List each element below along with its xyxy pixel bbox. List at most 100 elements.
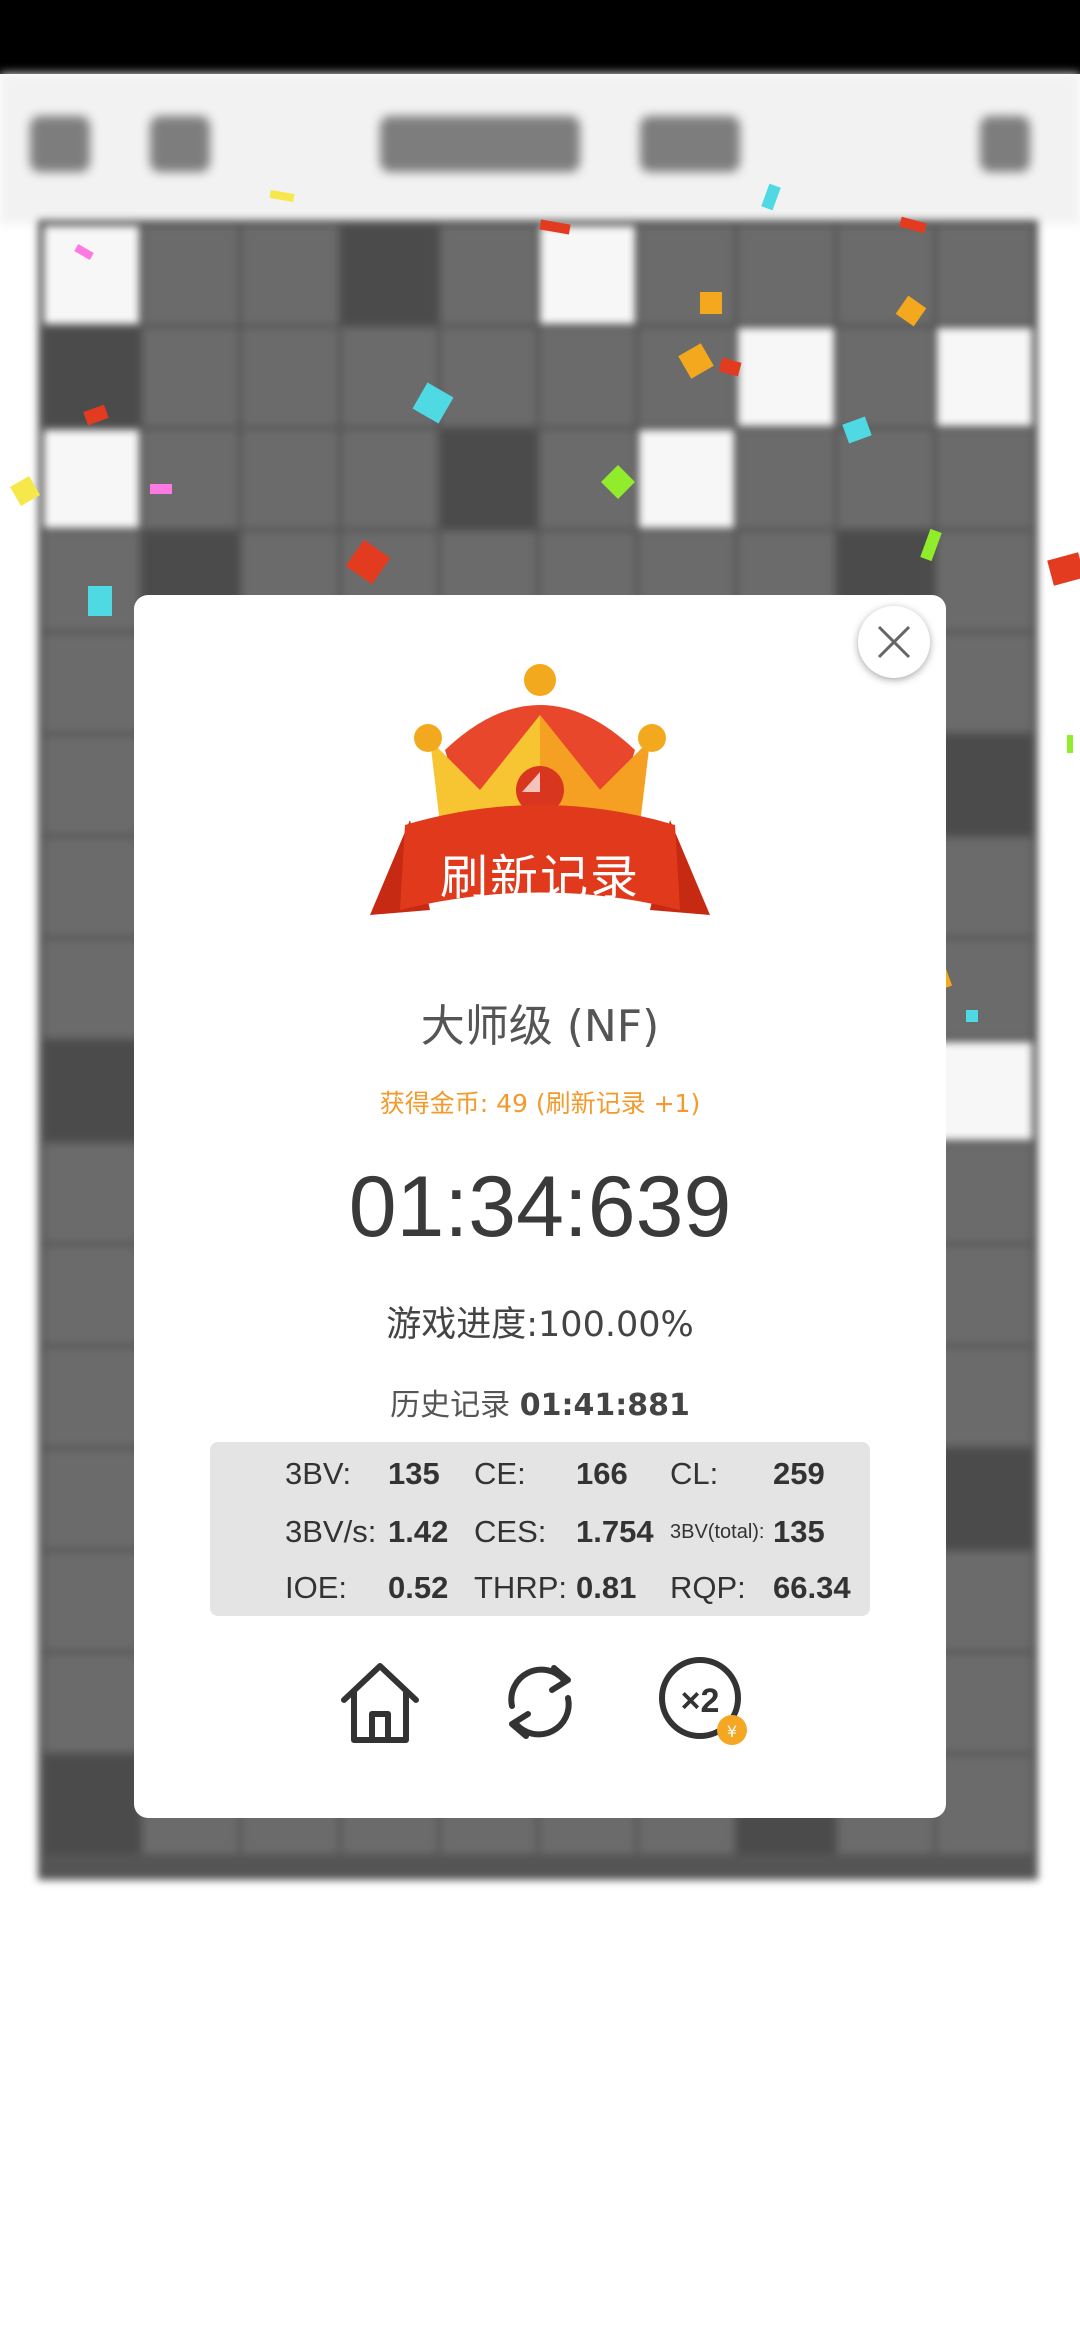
- stat-label: CE:: [474, 1456, 526, 1491]
- board-cell: [936, 430, 1032, 528]
- stat-label: 3BV:: [285, 1456, 352, 1491]
- confetti-piece: [88, 586, 112, 616]
- confetti-piece: [9, 475, 41, 507]
- home-button[interactable]: [334, 1656, 426, 1748]
- stat-value: 166: [576, 1456, 628, 1491]
- board-cell: [341, 226, 437, 324]
- board-cell: [44, 1756, 140, 1854]
- board-cell: [44, 430, 140, 528]
- home-icon: [341, 1663, 419, 1743]
- stat-label: CES:: [474, 1514, 547, 1549]
- board-cell: [936, 1654, 1032, 1752]
- restart-button[interactable]: [494, 1656, 586, 1748]
- stat-label: CL:: [670, 1456, 719, 1491]
- stat-value: 135: [388, 1456, 440, 1491]
- stat-value: 66.34: [773, 1570, 851, 1605]
- board-cell: [639, 430, 735, 528]
- board-cell: [639, 328, 735, 426]
- progress-value: 100.00%: [538, 1305, 694, 1345]
- board-cell: [44, 1654, 140, 1752]
- board-cell: [44, 940, 140, 1038]
- board-cell: [242, 226, 338, 324]
- stat-label: 3BV(total):: [670, 1521, 765, 1543]
- double-coins-icon: ×2 ¥: [659, 1657, 747, 1745]
- board-cell: [242, 328, 338, 426]
- board-cell: [440, 328, 536, 426]
- progress-label: 游戏进度:: [386, 1305, 539, 1345]
- board-cell: [44, 736, 140, 834]
- history-value: 01:41:881: [519, 1388, 690, 1423]
- board-cell: [44, 634, 140, 732]
- stats-panel: 3BV: 135 CE: 166 CL: 259 3BV/s: 1.42 CES…: [210, 1442, 870, 1616]
- crown-icon: [370, 664, 710, 915]
- difficulty-level: 大师级 (NF): [420, 1001, 660, 1052]
- board-cell: [341, 430, 437, 528]
- board-cell: [143, 430, 239, 528]
- confetti-piece: [1067, 735, 1073, 753]
- board-cell: [936, 838, 1032, 936]
- crown-badge: 刷新记录: [350, 660, 730, 960]
- stat-value: 135: [773, 1514, 825, 1549]
- board-cell: [539, 328, 636, 426]
- board-cell: [936, 532, 1032, 630]
- board-cell: [242, 430, 338, 528]
- finish-time: 01:34:639: [348, 1159, 732, 1255]
- board-cell: [143, 226, 239, 324]
- board-cell: [936, 1144, 1032, 1242]
- board-cell: [936, 1756, 1032, 1854]
- board-cell: [738, 430, 834, 528]
- action-bar: ×2 ¥: [134, 1656, 946, 1756]
- double-coins-button[interactable]: ×2 ¥: [656, 1656, 756, 1748]
- board-cell: [44, 1450, 140, 1548]
- background-toolbar: [0, 74, 1080, 224]
- board-cell: [936, 1042, 1032, 1140]
- board-cell: [143, 328, 239, 426]
- board-cell: [738, 226, 834, 324]
- board-cell: [936, 1552, 1032, 1650]
- board-cell: [440, 226, 536, 324]
- stat-value: 1.754: [576, 1514, 654, 1549]
- edit-icon: [980, 116, 1030, 172]
- board-cell: [936, 1450, 1032, 1548]
- board-cell: [936, 328, 1032, 426]
- board-cell: [44, 226, 140, 324]
- close-icon: [877, 625, 911, 659]
- game-progress: 游戏进度:100.00%: [134, 1296, 946, 1347]
- board-cell: [837, 328, 933, 426]
- board-cell: [936, 1246, 1032, 1344]
- stat-label: IOE:: [285, 1570, 348, 1605]
- board-cell: [539, 226, 636, 324]
- stat-label: 3BV/s:: [285, 1514, 377, 1549]
- board-cell: [936, 226, 1032, 324]
- board-cell: [936, 736, 1032, 834]
- restart-icon: [508, 1665, 572, 1739]
- board-cell: [44, 838, 140, 936]
- stat-label: THRP:: [474, 1570, 567, 1605]
- stat-value: 1.42: [388, 1514, 449, 1549]
- board-cell: [738, 328, 834, 426]
- board-cell: [44, 1246, 140, 1344]
- coin-icon: ¥: [727, 1722, 737, 1741]
- board-cell: [936, 940, 1032, 1038]
- double-label: ×2: [681, 1682, 720, 1720]
- confetti-piece: [966, 1010, 978, 1022]
- menu-icon: [30, 116, 90, 172]
- board-cell: [936, 1348, 1032, 1446]
- board-cell: [837, 430, 933, 528]
- board-cell: [44, 1042, 140, 1140]
- board-cell: [44, 1552, 140, 1650]
- mine-counter: [640, 116, 740, 172]
- stat-value: 259: [773, 1456, 825, 1491]
- stat-value: 0.81: [576, 1570, 637, 1605]
- close-button[interactable]: [858, 606, 930, 678]
- stat-value: 0.52: [388, 1570, 449, 1605]
- timer-display: [380, 116, 580, 172]
- board-cell: [44, 1348, 140, 1446]
- settings-icon: [150, 116, 210, 172]
- status-bar: [0, 0, 1080, 74]
- history-label: 历史记录: [390, 1388, 511, 1423]
- banner-title: 刷新记录: [439, 850, 640, 906]
- board-cell: [440, 430, 536, 528]
- history-record: 历史记录 01:41:881: [134, 1380, 946, 1424]
- confetti-piece: [700, 292, 722, 314]
